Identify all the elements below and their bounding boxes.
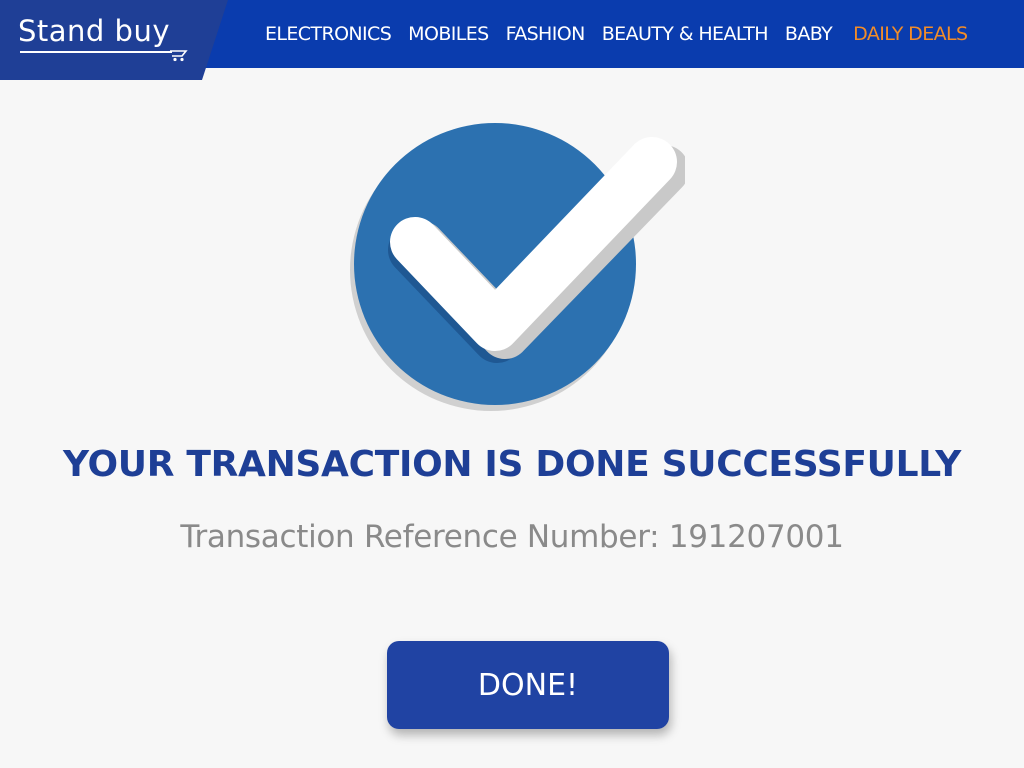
nav-item-baby[interactable]: BABY <box>785 23 833 45</box>
nav-item-fashion[interactable]: FASHION <box>506 23 586 45</box>
success-title: YOUR TRANSACTION IS DONE SUCCESSFULLY <box>62 444 962 485</box>
transaction-success-page: Stand buy ELECTRONICS MOBILES FASHION BE… <box>0 0 1024 768</box>
nav-item-mobiles[interactable]: MOBILES <box>408 23 489 45</box>
category-nav: ELECTRONICS MOBILES FASHION BEAUTY & HEA… <box>265 0 968 68</box>
logo[interactable]: Stand buy <box>0 0 228 80</box>
reference-number: 191207001 <box>668 519 844 555</box>
nav-item-electronics[interactable]: ELECTRONICS <box>265 23 392 45</box>
logo-underline <box>20 51 172 53</box>
nav-item-beauty-health[interactable]: BEAUTY & HEALTH <box>602 23 769 45</box>
done-button[interactable]: DONE! <box>387 641 669 729</box>
check-circle-icon <box>345 118 689 418</box>
reference-label: Transaction Reference Number: <box>180 519 660 555</box>
nav-item-daily-deals[interactable]: DAILY DEALS <box>853 23 968 45</box>
cart-icon <box>170 50 188 62</box>
top-navigation-bar: Stand buy ELECTRONICS MOBILES FASHION BE… <box>0 0 1024 80</box>
transaction-reference: Transaction Reference Number: 191207001 <box>0 519 1024 555</box>
logo-text: Stand buy <box>18 14 171 48</box>
